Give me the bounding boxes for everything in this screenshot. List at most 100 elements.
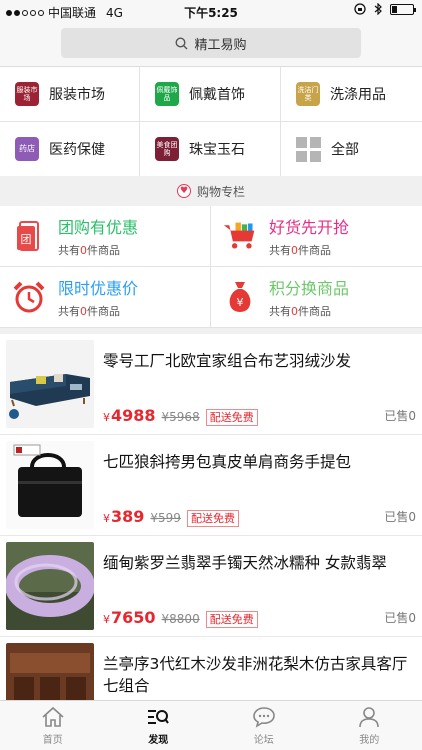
promo-count-suffix: 件商品 bbox=[87, 244, 120, 257]
currency-symbol: ¥ bbox=[103, 613, 110, 626]
promo-hot-deals[interactable]: 好货先开抢 共有0件商品 bbox=[211, 206, 422, 267]
price-row: ¥4988 ¥5968 配送免费 bbox=[103, 406, 258, 426]
home-icon bbox=[42, 706, 64, 727]
mahogany-furniture-image bbox=[6, 643, 94, 700]
promo-count: 共有0件商品 bbox=[269, 242, 349, 258]
detergent-icon: 洗洁门类 bbox=[296, 82, 320, 106]
profile-icon bbox=[359, 706, 380, 727]
product-item[interactable]: 零号工厂北欧宜家组合布艺羽绒沙发 ¥4988 ¥5968 配送免费 已售0 bbox=[0, 334, 422, 435]
promo-count-suffix: 件商品 bbox=[298, 244, 331, 257]
promo-count-prefix: 共有 bbox=[58, 244, 80, 257]
tab-label: 首页 bbox=[42, 734, 63, 746]
promo-title: 积分换商品 bbox=[269, 279, 350, 298]
price-row: ¥389 ¥599 配送免费 bbox=[103, 507, 239, 527]
category-label: 服装市场 bbox=[49, 87, 105, 103]
money-bag-icon: ¥ bbox=[223, 280, 257, 314]
product-price: ¥4988 bbox=[103, 406, 156, 425]
original-price: ¥8800 bbox=[161, 612, 200, 626]
alarm-clock-icon bbox=[12, 280, 46, 314]
category-all[interactable]: 全部 bbox=[281, 122, 422, 177]
svg-text:团: 团 bbox=[21, 233, 32, 246]
promo-grid: 团 团购有优惠 共有0件商品 好货先开抢 共有0件商品 限时优惠价 共有0件商品… bbox=[0, 206, 422, 328]
promo-count: 共有0件商品 bbox=[58, 242, 138, 258]
search-placeholder: 精工易购 bbox=[194, 37, 247, 53]
jewelry-icon: 美食团购 bbox=[155, 137, 179, 161]
promo-count-value: 0 bbox=[80, 244, 87, 257]
promo-count-value: 0 bbox=[80, 305, 87, 318]
category-jewelry[interactable]: 美食团购 珠宝玉石 bbox=[140, 122, 281, 177]
shopping-cart-icon bbox=[223, 219, 257, 253]
promo-title: 限时优惠价 bbox=[58, 279, 139, 298]
sofa-image bbox=[6, 340, 94, 428]
category-grid: 服装市场 服装市场 佩戴饰品 佩戴首饰 洗洁门类 洗涤用品 药店 医药保健 美食… bbox=[0, 66, 422, 177]
rotation-lock-icon bbox=[354, 3, 366, 15]
product-title: 零号工厂北欧宜家组合布艺羽绒沙发 bbox=[103, 352, 352, 370]
bottom-tab-bar: 首页 发现 论坛 我的 bbox=[0, 700, 422, 750]
free-shipping-badge: 配送免费 bbox=[205, 409, 258, 426]
sold-count: 已售0 bbox=[384, 611, 416, 625]
category-pharmacy[interactable]: 药店 医药保健 bbox=[0, 122, 140, 177]
promo-count-suffix: 件商品 bbox=[298, 305, 331, 318]
promo-count-prefix: 共有 bbox=[269, 305, 291, 318]
promo-limited-time[interactable]: 限时优惠价 共有0件商品 bbox=[0, 267, 211, 328]
category-label: 佩戴首饰 bbox=[189, 87, 245, 103]
promo-count-prefix: 共有 bbox=[58, 305, 80, 318]
handbag-image bbox=[6, 441, 94, 529]
accessories-icon: 佩戴饰品 bbox=[155, 82, 179, 106]
tab-home[interactable]: 首页 bbox=[0, 701, 106, 750]
price-row: ¥7650 ¥8800 配送免费 bbox=[103, 608, 258, 628]
svg-text:¥: ¥ bbox=[237, 296, 244, 309]
promo-title: 好货先开抢 bbox=[269, 218, 350, 237]
group-buy-ticket-icon: 团 bbox=[12, 219, 46, 253]
price-value: 389 bbox=[111, 507, 145, 526]
product-title: 七匹狼斜挎男包真皮单肩商务手提包 bbox=[103, 453, 352, 471]
pharmacy-icon: 药店 bbox=[15, 137, 39, 161]
promo-count-prefix: 共有 bbox=[269, 244, 291, 257]
currency-symbol: ¥ bbox=[103, 411, 110, 424]
section-header: ♥ 购物专栏 bbox=[0, 176, 422, 206]
sold-count: 已售0 bbox=[384, 510, 416, 524]
price-value: 4988 bbox=[111, 406, 156, 425]
product-title: 缅甸紫罗兰翡翠手镯天然冰糯种 女款翡翠 bbox=[103, 554, 387, 572]
promo-count-suffix: 件商品 bbox=[87, 305, 120, 318]
tab-label: 我的 bbox=[359, 734, 380, 746]
tab-profile[interactable]: 我的 bbox=[317, 701, 422, 750]
product-title: 兰亭序3代红木沙发非洲花梨木仿古家具客厅七组合 bbox=[103, 655, 408, 695]
all-categories-icon bbox=[296, 136, 321, 162]
promo-count-value: 0 bbox=[291, 305, 298, 318]
section-title: 购物专栏 bbox=[196, 184, 245, 199]
forum-icon bbox=[252, 706, 275, 728]
product-item[interactable]: 兰亭序3代红木沙发非洲花梨木仿古家具客厅七组合 bbox=[0, 637, 422, 700]
price-value: 7650 bbox=[111, 608, 156, 627]
product-list: 零号工厂北欧宜家组合布艺羽绒沙发 ¥4988 ¥5968 配送免费 已售0 七匹… bbox=[0, 334, 422, 700]
heart-icon: ♥ bbox=[176, 184, 191, 198]
status-bar: 中国联通 4G 下午5:25 bbox=[0, 0, 422, 24]
free-shipping-badge: 配送免费 bbox=[205, 611, 258, 628]
promo-count: 共有0件商品 bbox=[269, 303, 349, 319]
promo-points-exchange[interactable]: ¥ 积分换商品 共有0件商品 bbox=[211, 267, 422, 328]
search-bar: 精工易购 bbox=[0, 24, 422, 66]
category-detergent[interactable]: 洗洁门类 洗涤用品 bbox=[281, 67, 422, 122]
search-icon bbox=[175, 36, 188, 49]
product-price: ¥7650 bbox=[103, 608, 156, 627]
promo-group-buy[interactable]: 团 团购有优惠 共有0件商品 bbox=[0, 206, 211, 267]
original-price: ¥5968 bbox=[161, 410, 200, 424]
tab-forum[interactable]: 论坛 bbox=[211, 701, 317, 750]
category-clothing-market[interactable]: 服装市场 服装市场 bbox=[0, 67, 140, 122]
clothing-market-icon: 服装市场 bbox=[15, 82, 39, 106]
category-label: 全部 bbox=[331, 142, 359, 158]
search-input[interactable]: 精工易购 bbox=[61, 28, 361, 58]
bluetooth-icon bbox=[374, 3, 382, 15]
original-price: ¥599 bbox=[150, 511, 181, 525]
jade-bracelet-image bbox=[6, 542, 94, 630]
tab-discover[interactable]: 发现 bbox=[106, 701, 212, 750]
category-label: 珠宝玉石 bbox=[189, 142, 245, 158]
product-item[interactable]: 七匹狼斜挎男包真皮单肩商务手提包 ¥389 ¥599 配送免费 已售0 bbox=[0, 435, 422, 536]
category-accessories[interactable]: 佩戴饰品 佩戴首饰 bbox=[140, 67, 281, 122]
discover-icon bbox=[148, 709, 170, 724]
tab-label: 发现 bbox=[148, 734, 169, 746]
promo-count-value: 0 bbox=[291, 244, 298, 257]
sold-count: 已售0 bbox=[384, 409, 416, 423]
product-item[interactable]: 缅甸紫罗兰翡翠手镯天然冰糯种 女款翡翠 ¥7650 ¥8800 配送免费 已售0 bbox=[0, 536, 422, 637]
free-shipping-badge: 配送免费 bbox=[186, 510, 239, 527]
